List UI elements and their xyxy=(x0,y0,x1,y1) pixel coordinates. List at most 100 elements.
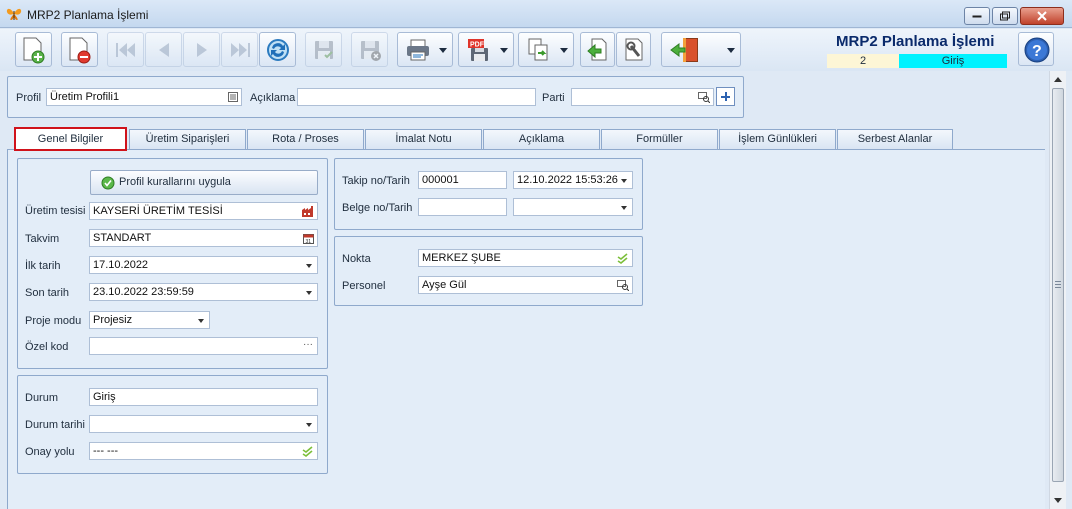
apply-profile-rules-button[interactable]: Profil kurallarını uygula xyxy=(90,170,318,195)
chevron-down-icon[interactable] xyxy=(306,423,312,427)
scrollbar-thumb[interactable] xyxy=(1052,88,1064,482)
search-lookup-icon[interactable] xyxy=(698,92,710,103)
close-button[interactable] xyxy=(1020,7,1064,25)
ozel-kod-label: Özel kod xyxy=(25,341,69,353)
refresh-icon xyxy=(266,38,289,61)
takip-no-field[interactable]: 000001 xyxy=(418,171,507,189)
takvim-label: Takvim xyxy=(25,233,60,245)
chevron-down-icon xyxy=(439,48,447,53)
tab-aciklama[interactable]: Açıklama xyxy=(483,129,600,149)
restore-icon xyxy=(1000,11,1010,21)
tab-islem-gunlukleri[interactable]: İşlem Günlükleri xyxy=(719,129,836,149)
double-check-icon[interactable] xyxy=(617,253,629,264)
personel-field[interactable]: Ayşe Gül xyxy=(418,276,633,294)
nokta-field[interactable]: MERKEZ ŞUBE xyxy=(418,249,633,267)
uretim-tesisi-field[interactable]: KAYSERİ ÜRETİM TESİSİ xyxy=(89,202,318,220)
durum-tarihi-field[interactable] xyxy=(89,415,318,433)
tools-button[interactable] xyxy=(616,32,651,67)
onay-yolu-field[interactable]: --- --- xyxy=(89,442,318,460)
previous-record-button[interactable] xyxy=(145,32,182,67)
delete-button[interactable] xyxy=(61,32,98,67)
list-picker-icon[interactable] xyxy=(228,92,238,102)
save-close-icon xyxy=(360,40,381,61)
son-tarih-label: Son tarih xyxy=(25,287,70,299)
takip-tarih-field[interactable]: 12.10.2022 15:53:26 xyxy=(513,171,633,189)
proje-modu-label: Proje modu xyxy=(25,315,82,327)
tab-serbest-alanlar[interactable]: Serbest Alanlar xyxy=(837,129,953,149)
tab-imalat-notu[interactable]: İmalat Notu xyxy=(365,129,482,149)
copy-transfer-button[interactable] xyxy=(518,32,574,67)
ozel-kod-field[interactable]: ··· xyxy=(89,337,318,355)
double-check-icon[interactable] xyxy=(302,446,314,457)
aciklama-label: Açıklama xyxy=(250,92,296,104)
save-close-button[interactable] xyxy=(351,32,388,67)
import-icon xyxy=(586,38,606,60)
tab-rota-proses[interactable]: Rota / Proses xyxy=(247,129,364,149)
svg-text:?: ? xyxy=(1032,43,1042,60)
chevron-down-icon[interactable] xyxy=(621,179,627,183)
chevron-down-icon[interactable] xyxy=(621,206,627,210)
delete-document-icon xyxy=(69,37,90,63)
son-tarih-field[interactable]: 23.10.2022 23:59:59 xyxy=(89,283,318,301)
vertical-scrollbar[interactable] xyxy=(1049,71,1066,509)
exit-button[interactable] xyxy=(661,32,741,67)
belge-no-field[interactable] xyxy=(418,198,507,216)
aciklama-field[interactable] xyxy=(297,88,536,106)
next-record-button[interactable] xyxy=(183,32,220,67)
chevron-down-icon[interactable] xyxy=(306,291,312,295)
takip-tarih-value: 12.10.2022 15:53:26 xyxy=(517,174,618,186)
factory-icon[interactable] xyxy=(302,206,314,217)
scroll-down-icon[interactable] xyxy=(1054,498,1062,503)
personel-label: Personel xyxy=(342,280,386,292)
copy-transfer-icon xyxy=(528,38,548,60)
chevron-down-icon[interactable] xyxy=(306,264,312,268)
new-button[interactable] xyxy=(15,32,52,67)
maximize-button[interactable] xyxy=(992,7,1018,25)
durum-label: Durum xyxy=(25,392,59,404)
nokta-value: MERKEZ ŞUBE xyxy=(422,252,501,264)
minimize-icon xyxy=(972,15,982,18)
help-icon: ? xyxy=(1024,37,1050,63)
belge-label: Belge no/Tarih xyxy=(342,202,413,214)
profil-field[interactable]: Üretim Profili1 xyxy=(46,88,242,106)
save-button[interactable] xyxy=(305,32,342,67)
tab-formuller[interactable]: Formüller xyxy=(601,129,718,149)
takvim-value: STANDART xyxy=(93,232,152,244)
durum-field[interactable]: Giriş xyxy=(89,388,318,406)
exit-icon xyxy=(670,37,698,62)
save-icon xyxy=(314,40,333,59)
parti-field[interactable] xyxy=(571,88,714,106)
ellipsis-icon[interactable]: ··· xyxy=(303,338,313,353)
ilk-tarih-value: 17.10.2022 xyxy=(93,259,149,271)
form-title: MRP2 Planlama İşlemi xyxy=(836,33,995,50)
help-button[interactable]: ? xyxy=(1018,32,1054,66)
document-number: 2 xyxy=(827,54,899,68)
pdf-export-button[interactable]: PDF xyxy=(458,32,514,67)
belge-tarih-field[interactable] xyxy=(513,198,633,216)
tab-genel-bilgiler[interactable]: Genel Bilgiler xyxy=(14,127,127,151)
ilk-tarih-field[interactable]: 17.10.2022 xyxy=(89,256,318,274)
first-record-button[interactable] xyxy=(107,32,144,67)
proje-modu-value: Projesiz xyxy=(93,314,133,326)
calendar-icon[interactable]: 31 xyxy=(303,233,314,244)
print-button[interactable] xyxy=(397,32,453,67)
add-parti-button[interactable] xyxy=(716,87,735,106)
profil-value: Üretim Profili1 xyxy=(50,91,120,103)
import-button[interactable] xyxy=(580,32,615,67)
scroll-up-icon[interactable] xyxy=(1054,77,1062,82)
proje-modu-select[interactable]: Projesiz xyxy=(89,311,210,329)
refresh-button[interactable] xyxy=(259,32,296,67)
durum-value: Giriş xyxy=(93,391,116,403)
tab-uretim-siparisleri[interactable]: Üretim Siparişleri xyxy=(129,129,246,149)
search-lookup-icon[interactable] xyxy=(617,280,629,291)
grip-line xyxy=(1055,287,1061,288)
title-bar: MRP2 Planlama İşlemi xyxy=(0,0,1072,28)
minimize-button[interactable] xyxy=(964,7,990,25)
uretim-tesisi-value: KAYSERİ ÜRETİM TESİSİ xyxy=(93,205,223,217)
last-record-button[interactable] xyxy=(221,32,258,67)
chevron-down-icon[interactable] xyxy=(198,319,204,323)
print-icon xyxy=(407,39,429,60)
takvim-field[interactable]: STANDART 31 xyxy=(89,229,318,247)
new-document-icon xyxy=(23,37,44,63)
profil-label: Profil xyxy=(16,92,42,104)
